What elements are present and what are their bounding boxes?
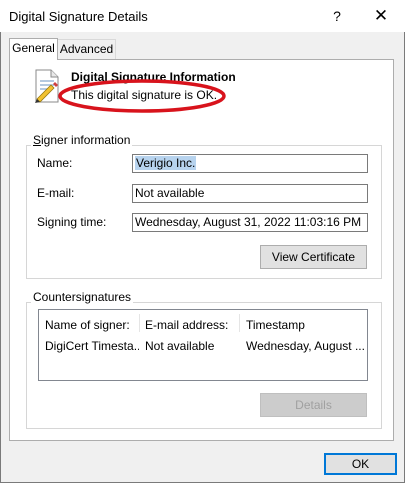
column-divider[interactable]: [239, 314, 240, 332]
row-signer-name[interactable]: DigiCert Timesta...: [45, 339, 139, 353]
row-email[interactable]: Not available: [145, 339, 239, 353]
details-button[interactable]: Details: [260, 393, 367, 417]
signer-information-label: Signer information: [31, 133, 133, 147]
column-divider[interactable]: [139, 314, 140, 332]
signer-label-rest: igner information: [41, 133, 131, 147]
help-button[interactable]: ?: [324, 2, 350, 30]
signing-time-field[interactable]: Wednesday, August 31, 2022 11:03:16 PM: [132, 213, 368, 232]
red-ellipse-annotation: [58, 79, 226, 113]
signing-time-label: Signing time:: [37, 215, 107, 229]
close-button[interactable]: ✕: [366, 2, 396, 30]
signer-access-key: S: [33, 133, 42, 147]
column-header-timestamp[interactable]: Timestamp: [246, 318, 356, 332]
email-label: E-mail:: [37, 186, 75, 200]
name-field[interactable]: Verigio Inc.: [132, 154, 368, 173]
email-field[interactable]: Not available: [132, 184, 368, 203]
row-timestamp[interactable]: Wednesday, August ...: [246, 339, 364, 353]
ok-button[interactable]: OK: [324, 453, 397, 475]
view-certificate-button[interactable]: View Certificate: [260, 245, 367, 269]
column-header-name[interactable]: Name of signer:: [45, 318, 137, 332]
countersignatures-label: Countersignatures: [31, 290, 134, 304]
tab-general[interactable]: General: [9, 38, 58, 60]
tab-advanced[interactable]: Advanced: [58, 39, 116, 59]
name-value: Verigio Inc.: [135, 156, 197, 170]
name-label: Name:: [37, 156, 73, 170]
window-title: Digital Signature Details: [9, 9, 148, 24]
column-header-email[interactable]: E-mail address:: [145, 318, 237, 332]
